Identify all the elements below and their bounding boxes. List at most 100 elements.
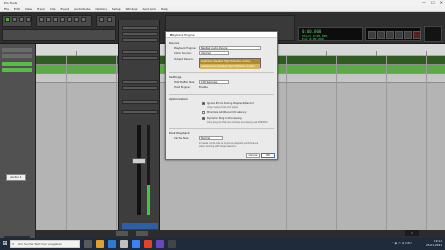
- mail-icon[interactable]: [132, 240, 140, 248]
- minimize-latency-checkbox[interactable]: [202, 111, 205, 114]
- grid-line: [116, 56, 117, 238]
- menu-event[interactable]: Event: [61, 6, 70, 11]
- hw-buffer-label: H/W Buffer Size:: [174, 81, 196, 84]
- dialog-title-bar: Playback Engine ✕: [166, 32, 277, 38]
- send-slot[interactable]: [122, 50, 158, 54]
- menu-help[interactable]: Help: [161, 6, 168, 11]
- device-section-heading: Device: [169, 41, 180, 45]
- dialog-divider: [169, 94, 274, 95]
- menu-file[interactable]: File: [4, 6, 9, 11]
- output-device-label: Output Device:: [174, 58, 194, 61]
- system-tray-icons[interactable]: ˆ ◉ ▭ ⊕ DEU: [392, 241, 412, 245]
- windows-start-icon[interactable]: ⊞: [1, 240, 9, 248]
- menu-view[interactable]: View: [25, 6, 32, 11]
- insert-slot[interactable]: [122, 26, 158, 30]
- slip-mode-button[interactable]: [19, 17, 24, 22]
- dynamic-plugin-label: Dynamic Plug-In Processing: [207, 117, 242, 120]
- grabber-tool-icon[interactable]: [60, 17, 65, 22]
- bottom-bar-button[interactable]: [136, 231, 148, 236]
- grid-mode-button[interactable]: [26, 17, 31, 22]
- app-taskbar-icon[interactable]: [168, 240, 176, 248]
- cache-size-select[interactable]: Normal: [199, 136, 223, 140]
- shuffle-mode-button[interactable]: [5, 17, 10, 22]
- output-device-option[interactable]: Lautsprecher (Realtek High Definition Au…: [200, 64, 260, 69]
- chrome-icon[interactable]: [144, 240, 152, 248]
- search-icon: ⌕: [12, 241, 15, 246]
- task-view-icon[interactable]: [84, 240, 92, 248]
- windows-taskbar: ⊞ ⌕ Zur Suche Text hier eingeben ˆ ◉ ▭ ⊕…: [0, 238, 445, 250]
- menu-audiosuite[interactable]: AudioSuite: [74, 6, 90, 11]
- window-controls: — ☐ ✕: [422, 1, 443, 5]
- hw-buffer-select[interactable]: 128 Samples: [199, 80, 229, 84]
- clock[interactable]: 19:11 25.01.2021: [426, 239, 442, 247]
- pan-knob[interactable]: [122, 110, 158, 114]
- ok-button[interactable]: OK: [261, 153, 275, 158]
- clock-source-label: Clock Source:: [174, 52, 192, 55]
- taskbar-search-box[interactable]: ⌕ Zur Suche Text hier eingeben: [10, 240, 80, 248]
- play-icon[interactable]: [404, 31, 412, 39]
- menu-setup[interactable]: Setup: [112, 6, 121, 11]
- stop-icon[interactable]: [395, 31, 403, 39]
- dialog-close-button[interactable]: ✕: [170, 32, 275, 38]
- io-output-selector[interactable]: [122, 86, 158, 90]
- menu-avid-link[interactable]: Avid Link: [142, 6, 156, 11]
- menu-options[interactable]: Options: [95, 6, 107, 11]
- close-button[interactable]: ✕: [440, 1, 443, 5]
- grid-nudge-cluster: [2, 29, 116, 41]
- grid-line: [336, 56, 337, 238]
- clock-date: 25.01.2021: [425, 243, 442, 247]
- forward-icon[interactable]: [386, 31, 394, 39]
- tracks-list-panel: Audio 1 EDIT: [0, 44, 36, 242]
- track-name-plate[interactable]: [122, 223, 158, 229]
- io-input-selector[interactable]: [122, 80, 158, 84]
- tracks-list-header[interactable]: [2, 48, 32, 52]
- tracks-list-header-2[interactable]: [2, 54, 32, 58]
- output-device-dropdown[interactable]: Kopfhörer (Realtek High Definition Audio…: [199, 58, 261, 69]
- bottom-bar-button[interactable]: [116, 231, 128, 236]
- menu-track[interactable]: Track: [37, 6, 45, 11]
- store-icon[interactable]: [120, 240, 128, 248]
- zoom-in-icon[interactable]: [107, 17, 112, 22]
- dynamic-plugin-checkbox[interactable]: [202, 117, 205, 120]
- ignore-errors-label: Ignore Errors During Playback/Record: [207, 102, 254, 105]
- menu-edit[interactable]: Edit: [14, 6, 20, 11]
- cancel-button[interactable]: Cancel: [246, 153, 260, 158]
- file-explorer-icon[interactable]: [96, 240, 104, 248]
- insert-slot[interactable]: [122, 38, 158, 42]
- automation-mode-selector[interactable]: [122, 100, 158, 104]
- ignore-errors-checkbox[interactable]: [202, 102, 205, 105]
- maximize-button[interactable]: ☐: [431, 1, 435, 5]
- volume-fader[interactable]: [132, 158, 146, 164]
- tracks-list-item-2[interactable]: [2, 68, 32, 72]
- pro-tools-taskbar-icon[interactable]: [156, 240, 164, 248]
- trim-tool-icon[interactable]: [46, 17, 51, 22]
- playback-engine-label: Playback Engine:: [174, 47, 197, 50]
- level-meter-fill: [147, 185, 150, 215]
- smart-tool-icon[interactable]: [81, 17, 86, 22]
- dynamic-plugin-note: Only plug-ins that are actively processi…: [207, 121, 269, 124]
- send-slot[interactable]: [122, 56, 158, 60]
- scrubber-tool-icon[interactable]: [67, 17, 72, 22]
- menu-window[interactable]: Window: [126, 6, 138, 11]
- insert-slot[interactable]: [122, 32, 158, 36]
- rewind-icon[interactable]: [377, 31, 385, 39]
- minimize-button[interactable]: —: [422, 1, 426, 5]
- clock-source-select[interactable]: Internal: [199, 51, 229, 55]
- selector-tool-icon[interactable]: [53, 17, 58, 22]
- tracks-list-item[interactable]: [2, 62, 32, 66]
- zoom-tool-icon[interactable]: [39, 17, 44, 22]
- selected-track-label[interactable]: Audio 1: [6, 174, 26, 181]
- main-counter[interactable]: 0:00.000 Start 0:00.000 End 0:00.000: [298, 27, 363, 41]
- optimization-section-heading: Optimization: [169, 97, 189, 101]
- zoom-out-icon[interactable]: [99, 17, 104, 22]
- rtz-icon[interactable]: [368, 31, 376, 39]
- record-icon[interactable]: [413, 31, 421, 39]
- menu-clip[interactable]: Clip: [50, 6, 56, 11]
- spot-mode-button[interactable]: [12, 17, 17, 22]
- host-engine-label: Host Engine:: [174, 86, 191, 89]
- playback-engine-select[interactable]: Realtek Audio Device: [199, 46, 261, 50]
- pencil-tool-icon[interactable]: [74, 17, 79, 22]
- minimize-latency-label: Minimize Additional I/O Latency: [207, 111, 247, 114]
- grid-line: [66, 56, 67, 238]
- edge-browser-icon[interactable]: [108, 240, 116, 248]
